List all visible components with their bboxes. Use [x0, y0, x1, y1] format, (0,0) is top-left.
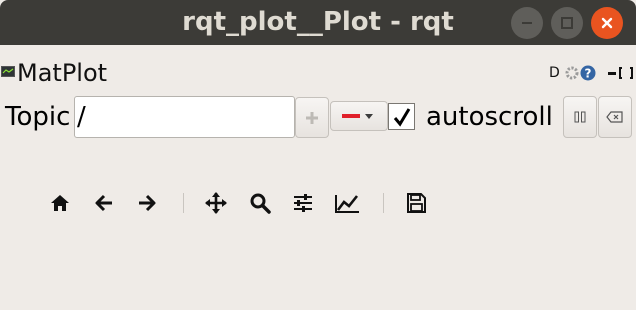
topic-input[interactable]: [74, 96, 295, 138]
dock-minimize-button[interactable]: [606, 65, 618, 81]
minimize-icon: [522, 22, 532, 24]
autoscroll-checkbox[interactable]: [388, 103, 415, 130]
autoscroll-label: autoscroll: [426, 102, 553, 132]
pause-icon: [574, 111, 586, 123]
svg-text:?: ?: [585, 67, 592, 81]
dock-d-button[interactable]: D: [549, 65, 563, 81]
minimize-window-button[interactable]: [511, 7, 543, 39]
color-swatch: [342, 114, 360, 118]
float-icon: [619, 67, 633, 79]
clear-icon: [606, 111, 623, 123]
checkmark-icon: [393, 107, 410, 127]
maximize-icon: [561, 17, 573, 29]
home-button[interactable]: [47, 190, 73, 216]
plot-plugin-icon: [1, 66, 15, 77]
topic-label: Topic: [5, 102, 71, 132]
minimize-icon: [608, 72, 616, 75]
gear-icon: [565, 66, 579, 80]
dock-title: MatPlot: [17, 59, 108, 87]
options-button[interactable]: [564, 65, 580, 81]
toolbar-separator: [383, 193, 384, 213]
zoom-icon: [250, 193, 271, 214]
customize-button[interactable]: [334, 190, 360, 216]
sliders-icon: [294, 194, 312, 212]
subplots-button[interactable]: [290, 190, 316, 216]
plus-icon: [306, 111, 318, 124]
forward-button[interactable]: [134, 190, 160, 216]
line-chart-icon: [335, 195, 359, 213]
color-swatch-icon: [342, 114, 373, 119]
arrow-right-icon: [139, 194, 156, 212]
help-icon: ?: [580, 65, 596, 81]
back-button[interactable]: [91, 190, 117, 216]
chevron-down-icon: [365, 114, 373, 119]
add-topic-button[interactable]: [295, 97, 329, 138]
save-button[interactable]: [403, 190, 429, 216]
pause-button[interactable]: [563, 96, 597, 138]
rqt-window: rqt_plot__Plot - rqt MatPlot D ? Topic /…: [0, 0, 636, 310]
arrow-left-icon: [95, 194, 112, 212]
color-picker-button[interactable]: [330, 101, 388, 131]
save-icon: [407, 193, 426, 213]
close-window-button[interactable]: [591, 7, 623, 39]
help-button[interactable]: ?: [580, 65, 596, 81]
home-icon: [51, 195, 69, 211]
close-icon: [601, 17, 613, 29]
title-bar[interactable]: rqt_plot__Plot - rqt: [0, 0, 636, 45]
maximize-window-button[interactable]: [551, 7, 583, 39]
clear-button[interactable]: [598, 96, 632, 138]
move-icon: [205, 192, 227, 214]
toolbar-separator: [183, 193, 184, 213]
zoom-button[interactable]: [247, 190, 273, 216]
pan-button[interactable]: [203, 190, 229, 216]
dock-float-button[interactable]: [618, 65, 634, 81]
